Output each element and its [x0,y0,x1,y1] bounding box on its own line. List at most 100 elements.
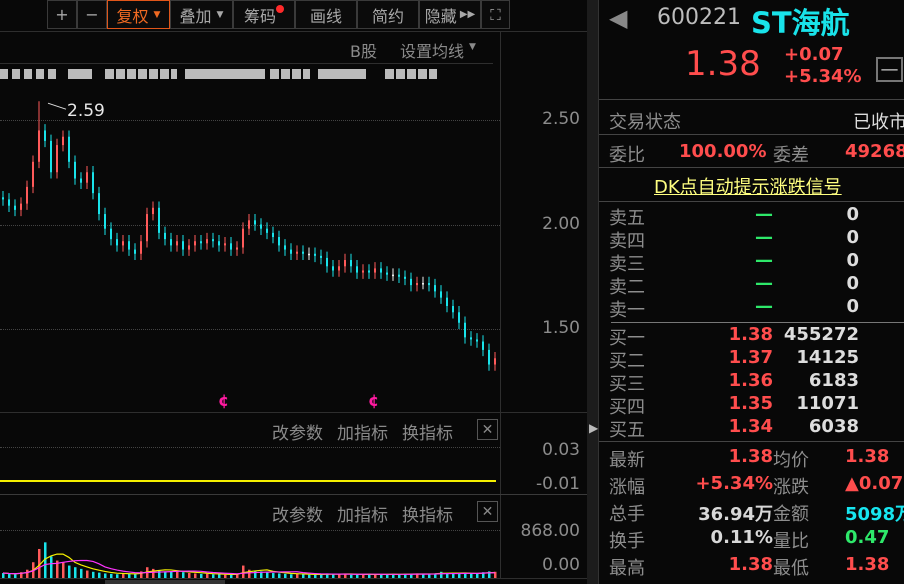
candle [110,222,112,246]
volume-bar [254,570,257,578]
collapse-button[interactable]: — [876,57,903,82]
candle-body [254,220,256,225]
b-share-link[interactable]: B股 [350,38,377,62]
simple-label: 简约 [371,6,404,26]
candle [20,197,22,217]
candle [344,253,346,273]
candle [194,234,196,252]
volume-bar [68,565,71,578]
simple-button[interactable]: 简约 [357,0,419,29]
price-change-pct: +5.34% [784,66,862,87]
candle-body [158,207,160,233]
sell-level-row[interactable]: 卖一 — 0 [609,296,904,321]
hide-button[interactable]: 隐藏 ▶▶ [419,0,481,29]
candle [98,186,100,221]
caret-down-icon: ▼ [153,9,161,20]
candle-body [452,306,454,313]
indicator-line [0,480,496,482]
sell-level-row[interactable]: 卖四 — 0 [609,227,904,252]
sell-level-row[interactable]: 卖五 — 0 [609,204,904,229]
dk-signal-link[interactable]: DK点自动提示涨跌信号 [654,173,842,199]
add-indicator-button[interactable]: 加指标 [337,501,388,526]
candle [146,207,148,248]
collapse-handle-icon[interactable]: ▶ [589,414,598,442]
chip-label: 筹码 [243,6,276,26]
chip-button[interactable]: 筹码 [233,0,295,29]
add-indicator-button[interactable]: 加指标 [337,419,388,444]
buy-level-row[interactable]: 买五 1.34 6038 [609,416,904,441]
volume-bar [242,565,245,578]
stat-label: 量比 [773,531,809,552]
close-volume-button[interactable]: ✕ [477,501,498,522]
set-ma-dropdown[interactable]: 设置均线 ▼ [400,38,476,62]
candle [224,237,226,252]
candle-body [440,291,442,298]
candle [488,343,490,371]
candle-body [278,237,280,246]
candle [176,234,178,252]
candle-body [128,241,130,250]
candle-body [116,239,118,246]
candle-body [482,341,484,350]
candle-body [404,276,406,279]
buy-volume: 455272 [783,324,859,345]
candle-body [212,239,214,242]
notification-dot-icon [276,4,284,13]
candle [92,165,94,200]
candlestick-chart[interactable] [0,85,500,410]
stat-value: 0.11% [710,527,773,548]
buy-volume: 6038 [808,416,859,437]
indicator-axis-label: -0.01 [536,474,580,494]
candle-body [110,228,112,240]
prev-stock-arrow-icon[interactable]: ◀ [609,4,627,32]
candle-body [122,241,124,246]
candle-body [38,130,40,162]
peak-arrow-icon [47,102,67,110]
buy-level-row[interactable]: 买四 1.35 11071 [609,393,904,418]
switch-indicator-button[interactable]: 换指标 [402,419,453,444]
horizontal-scrollbar[interactable] [105,580,225,584]
overlay-dropdown[interactable]: 叠加 ▼ [170,0,233,29]
quote-panel: ◀ 600221 ST海航 1.38 +0.07 +5.34% — 交易状态 已… [598,0,904,584]
fullscreen-button[interactable]: ⛶ [481,0,510,29]
candle [248,214,250,235]
buy-level-row[interactable]: 买三 1.36 6183 [609,370,904,395]
candle [356,260,358,279]
candle-body [464,322,466,338]
stat-label: 总手 [609,504,645,525]
change-params-button[interactable]: 改参数 [272,419,323,444]
zoom-in-button[interactable]: + [47,0,77,29]
volume-bar [86,570,89,578]
candle [206,232,208,250]
zoom-out-button[interactable]: − [77,0,107,29]
candle [164,226,166,246]
close-icon: ✕ [481,421,494,438]
stat-value: +5.34% [695,473,773,494]
candle-body [152,207,154,215]
buy-level-row[interactable]: 买二 1.37 14125 [609,347,904,372]
fuquan-dropdown[interactable]: 复权 ▼ [107,0,170,29]
current-price: 1.38 [685,44,761,84]
candle-body [176,241,178,246]
candle-body [80,178,82,183]
candle [422,276,424,290]
close-indicator-button[interactable]: ✕ [477,419,498,440]
candle [8,193,10,212]
stat-value: 36.94万 [698,504,773,525]
sell-level-row[interactable]: 卖三 — 0 [609,250,904,275]
stock-code: 600221 [657,5,741,30]
buy-level-row[interactable]: 买一 1.38 455272 [609,324,904,349]
candle [68,130,70,169]
sell-level-row[interactable]: 卖二 — 0 [609,273,904,298]
sell-volume: 0 [846,273,859,294]
draw-line-button[interactable]: 画线 [295,0,357,29]
candle-body [416,283,418,286]
change-params-button[interactable]: 改参数 [272,501,323,526]
switch-indicator-button[interactable]: 换指标 [402,501,453,526]
candle [182,234,184,256]
candle-body [140,241,142,254]
panel-splitter[interactable] [587,0,598,584]
candle-body [194,241,196,246]
sell-price: — [755,204,773,225]
candle-body [218,241,220,246]
